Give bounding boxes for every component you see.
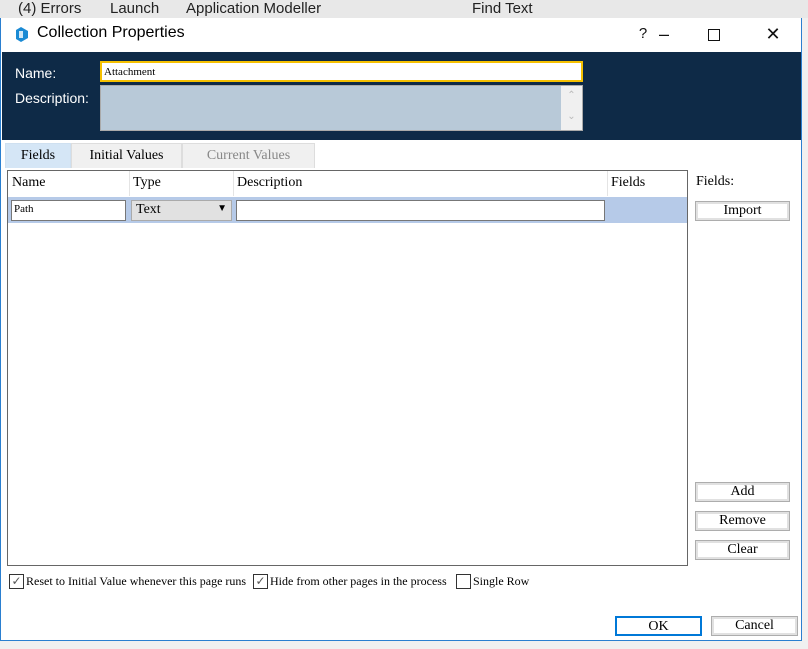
checkmark-icon: ✓ (253, 573, 268, 589)
clear-button[interactable]: Clear (695, 540, 790, 560)
single-row-checkbox-label: Single Row (473, 573, 530, 588)
row-type-select[interactable]: Text ▼ (131, 200, 232, 221)
column-header-name[interactable]: Name (9, 171, 130, 196)
checkmark-icon: ✓ (9, 573, 24, 589)
column-header-description[interactable]: Description (234, 171, 608, 196)
tab-current-values[interactable]: Current Values (182, 143, 315, 168)
bg-app-modeller: Application Modeller (186, 0, 322, 17)
dialog-title: Collection Properties (37, 24, 185, 41)
checkbox-empty (456, 573, 471, 589)
bg-launch: Launch (110, 0, 160, 17)
column-header-fields[interactable]: Fields (608, 171, 687, 196)
description-input[interactable]: ⌃ ⌄ (100, 85, 583, 131)
import-button[interactable]: Import (695, 201, 790, 221)
remove-button[interactable]: Remove (695, 511, 790, 531)
header-panel: Name: Description: ⌃⌄ (2, 52, 801, 140)
name-input[interactable] (100, 61, 583, 82)
collection-properties-dialog: Collection Properties ? – ✕ Name: Descri… (0, 18, 802, 641)
scroll-down-icon: ⌄ (567, 111, 576, 122)
hide-checkbox-label: Hide from other pages in the process (270, 573, 447, 588)
single-row-checkbox[interactable]: Single Row (456, 573, 529, 589)
description-scrollbar[interactable]: ⌃ ⌄ (561, 86, 582, 130)
minimize-button[interactable]: – (641, 20, 687, 50)
row-name-input[interactable]: Path (11, 200, 126, 221)
dropdown-arrow-icon: ▼ (217, 203, 227, 214)
close-button[interactable]: ✕ (750, 20, 796, 50)
cancel-button[interactable]: Cancel (711, 616, 798, 636)
bg-errors: (4) Errors (18, 0, 82, 17)
table-row[interactable]: Path Text ▼ (8, 197, 687, 223)
add-button[interactable]: Add (695, 482, 790, 502)
row-type-value: Text (136, 202, 161, 217)
tab-initial-values[interactable]: Initial Values (71, 143, 182, 168)
hide-checkbox[interactable]: ✓ Hide from other pages in the process (253, 573, 447, 589)
fields-grid: Name Type Description Fields Path Text ▼ (7, 170, 688, 566)
scroll-up-icon: ⌃ (567, 90, 576, 101)
maximize-button[interactable] (691, 20, 737, 50)
reset-checkbox[interactable]: ✓ Reset to Initial Value whenever this pa… (9, 573, 246, 589)
title-bar: Collection Properties ? – ✕ (1, 18, 801, 52)
description-label: Description: (15, 90, 89, 106)
row-description-input[interactable] (236, 200, 605, 221)
background-app-toolbar: (4) Errors Launch Application Modeller F… (0, 0, 808, 18)
ok-button[interactable]: OK (615, 616, 702, 636)
bg-find-text: Find Text (472, 0, 533, 17)
fields-label: Fields: (696, 174, 735, 189)
column-header-type[interactable]: Type (130, 171, 234, 196)
name-label: Name: (15, 65, 57, 81)
tab-fields[interactable]: Fields (5, 143, 71, 168)
reset-checkbox-label: Reset to Initial Value whenever this pag… (26, 573, 247, 588)
app-icon (16, 27, 28, 42)
